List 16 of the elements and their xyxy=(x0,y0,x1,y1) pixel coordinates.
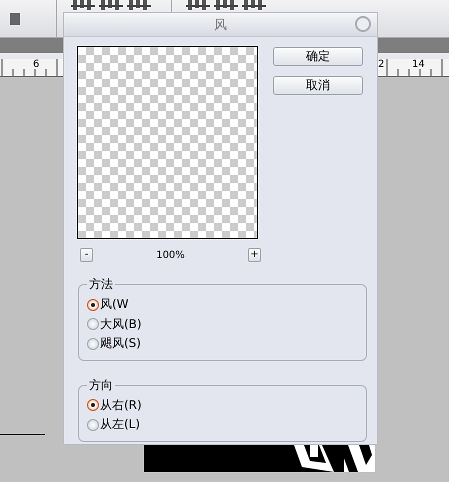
ruler-label: 2 xyxy=(378,59,384,70)
ruler-label: 14 xyxy=(412,59,425,70)
radio-label[interactable]: 从左(L) xyxy=(100,416,140,434)
radio-label[interactable]: 大风(B) xyxy=(100,316,142,333)
group-title: 方向 xyxy=(88,376,114,394)
radio-label[interactable]: 从右(R) xyxy=(100,396,142,414)
radio-label[interactable]: 风(W xyxy=(100,296,129,314)
zoom-in-button[interactable]: + xyxy=(248,248,261,262)
zoom-out-button[interactable]: - xyxy=(80,248,93,262)
radio-label[interactable]: 飓风(S) xyxy=(100,335,141,352)
window-title: 风 xyxy=(214,16,227,34)
zoom-level: 100% xyxy=(156,250,185,260)
group-title: 方法 xyxy=(88,276,114,293)
ruler-label: 6 xyxy=(33,59,40,70)
dialog-button[interactable]: 确定 xyxy=(273,47,363,66)
dialog-button[interactable]: 取消 xyxy=(273,76,363,95)
